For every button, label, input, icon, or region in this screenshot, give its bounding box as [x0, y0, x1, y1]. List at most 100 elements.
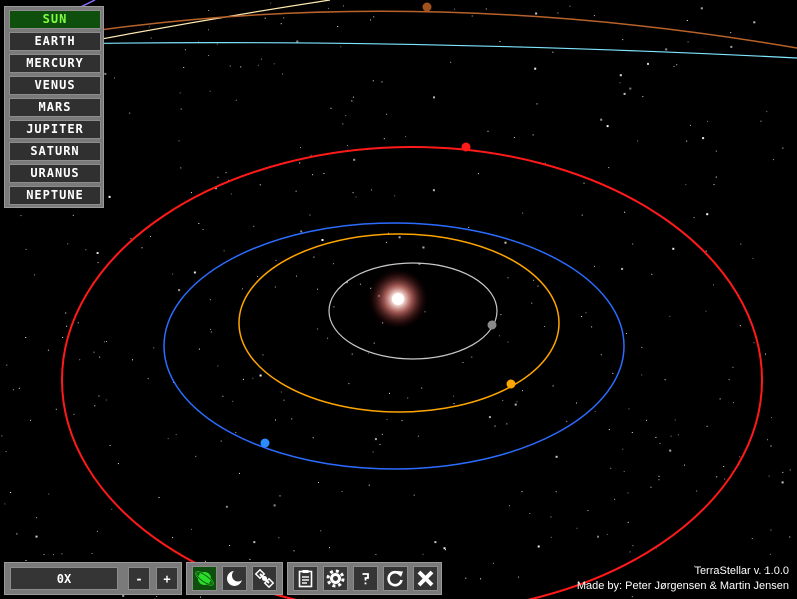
space-scene[interactable]: [0, 0, 797, 599]
planet-button-mars[interactable]: MARS: [9, 98, 101, 117]
star: [374, 438, 377, 441]
star: [93, 351, 95, 353]
star: [706, 213, 709, 216]
star: [766, 111, 768, 113]
star: [209, 299, 211, 301]
star: [180, 108, 182, 110]
planet-button-uranus[interactable]: URANUS: [9, 164, 101, 183]
star: [342, 123, 344, 125]
star: [782, 147, 784, 149]
star: [342, 5, 344, 7]
star: [696, 490, 698, 492]
star: [521, 491, 523, 493]
mercury-planet[interactable]: [487, 320, 497, 330]
star: [462, 362, 464, 363]
star: [767, 439, 768, 441]
star: [217, 176, 219, 178]
close-button[interactable]: [413, 566, 438, 591]
star: [262, 354, 264, 356]
star: [502, 399, 504, 401]
star: [413, 494, 415, 496]
help-button[interactable]: [353, 566, 378, 591]
star: [96, 530, 98, 532]
star: [684, 464, 685, 466]
star: [552, 385, 554, 387]
planet-button-neptune[interactable]: NEPTUNE: [9, 186, 101, 205]
star: [317, 328, 318, 330]
star: [313, 256, 315, 258]
star: [167, 438, 169, 440]
jupiter-planet[interactable]: [422, 2, 432, 12]
star: [1, 435, 3, 437]
star: [715, 176, 717, 178]
planet-button-mercury[interactable]: MERCURY: [9, 54, 101, 73]
star: [202, 229, 204, 230]
star: [658, 475, 660, 477]
star: [626, 333, 627, 334]
star: [240, 66, 242, 68]
star: [184, 49, 186, 51]
star: [332, 263, 334, 265]
earth-planet[interactable]: [260, 438, 270, 448]
reset-icon: [387, 570, 403, 587]
star: [628, 408, 630, 410]
planet-button-jupiter[interactable]: JUPITER: [9, 120, 101, 139]
info-button[interactable]: [293, 566, 318, 591]
star: [327, 7, 329, 9]
star: [296, 275, 297, 277]
star: [686, 20, 688, 21]
star: [259, 184, 261, 186]
star: [312, 437, 314, 439]
star: [552, 51, 554, 53]
settings-button[interactable]: [323, 566, 348, 591]
star: [685, 184, 687, 186]
moon-icon: [227, 569, 244, 586]
venus-planet[interactable]: [506, 379, 516, 389]
star: [597, 535, 599, 538]
star: [103, 341, 105, 343]
star: [300, 147, 301, 149]
mars-planet[interactable]: [461, 142, 471, 152]
star: [557, 12, 559, 14]
planet-button-earth[interactable]: EARTH: [9, 32, 101, 51]
star: [99, 356, 101, 358]
planet-view-button[interactable]: [192, 566, 217, 591]
speed-decrease-button[interactable]: -: [128, 567, 150, 590]
planet-button-sun[interactable]: SUN: [9, 10, 101, 29]
star: [200, 596, 201, 598]
gear-icon: [326, 569, 345, 588]
star: [537, 545, 540, 548]
satellite-view-button[interactable]: [252, 566, 277, 591]
moon-view-button[interactable]: [222, 566, 247, 591]
star: [669, 315, 671, 317]
clipboard-icon: [298, 570, 313, 588]
planet-button-saturn[interactable]: SATURN: [9, 142, 101, 161]
star: [445, 549, 446, 551]
star: [208, 10, 210, 11]
star: [732, 402, 734, 404]
speed-increase-button[interactable]: +: [156, 567, 178, 590]
star: [422, 246, 424, 248]
star: [739, 456, 741, 458]
star: [368, 484, 370, 486]
star: [768, 475, 770, 477]
star: [771, 417, 772, 419]
star: [739, 325, 741, 327]
star: [129, 112, 131, 114]
star: [210, 328, 212, 330]
star: [109, 445, 111, 446]
star: [621, 267, 624, 270]
star: [389, 392, 390, 394]
star: [732, 366, 734, 368]
star: [583, 182, 585, 184]
star: [713, 184, 715, 186]
star: [417, 435, 419, 437]
planet-button-venus[interactable]: VENUS: [9, 76, 101, 95]
star: [280, 23, 282, 25]
star: [153, 347, 155, 349]
star: [150, 37, 152, 39]
star: [274, 286, 276, 288]
star: [309, 214, 311, 216]
reset-button[interactable]: [383, 566, 408, 591]
star: [500, 314, 502, 316]
